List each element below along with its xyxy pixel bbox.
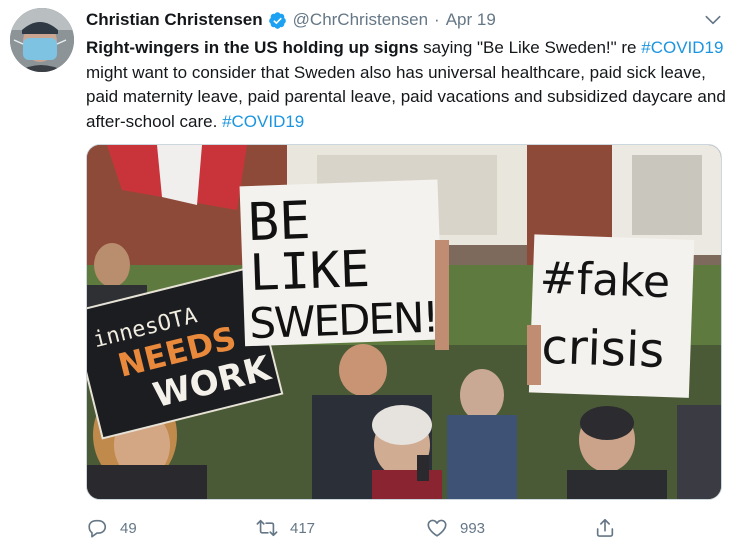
tweet-photo[interactable]: innesOTA NEEDS WORK BE LIKE SWEDEN! #fak… — [86, 144, 722, 500]
tweet-header: Christian Christensen @ChrChristensen · … — [86, 8, 496, 32]
sign-right-line1: #fake — [539, 253, 671, 309]
retweet-icon — [256, 519, 278, 537]
heart-icon — [427, 519, 447, 537]
tweet-text: Right-wingers in the US holding up signs… — [86, 36, 726, 134]
retweet-count: 417 — [290, 519, 316, 537]
tweet-text-part2: might want to consider that Sweden also … — [86, 62, 726, 131]
verified-badge-icon — [268, 11, 287, 30]
avatar-image — [10, 8, 74, 72]
display-name[interactable]: Christian Christensen — [86, 10, 263, 30]
reply-count: 49 — [120, 519, 137, 537]
protest-photo: innesOTA NEEDS WORK BE LIKE SWEDEN! #fak… — [87, 145, 721, 499]
tweet-text-part1: saying "Be Like Sweden!" re — [418, 38, 642, 57]
share-icon — [596, 518, 614, 537]
like-button[interactable]: 993 — [426, 513, 485, 543]
handle[interactable]: @ChrChristensen — [293, 10, 428, 30]
reply-icon — [88, 519, 107, 538]
sign-right-line2: crisis — [541, 319, 666, 379]
tweet[interactable]: Christian Christensen @ChrChristensen · … — [0, 0, 733, 545]
separator-dot: · — [434, 10, 440, 29]
reply-button[interactable]: 49 — [86, 513, 137, 543]
hashtag-link[interactable]: #COVID19 — [641, 38, 723, 57]
avatar[interactable] — [10, 8, 74, 72]
like-count: 993 — [460, 519, 486, 537]
tweet-actions: 49 417 993 — [86, 513, 626, 543]
sign-center-line3: SWEDEN! — [248, 292, 440, 348]
hashtag-link[interactable]: #COVID19 — [222, 112, 304, 131]
timestamp[interactable]: Apr 19 — [446, 10, 496, 30]
sign-center-line2: LIKE — [249, 240, 371, 302]
chevron-down-icon[interactable] — [703, 10, 723, 30]
share-button[interactable] — [594, 513, 616, 543]
retweet-button[interactable]: 417 — [256, 513, 315, 543]
tweet-text-bold-lead: Right-wingers in the US holding up signs — [86, 38, 419, 57]
